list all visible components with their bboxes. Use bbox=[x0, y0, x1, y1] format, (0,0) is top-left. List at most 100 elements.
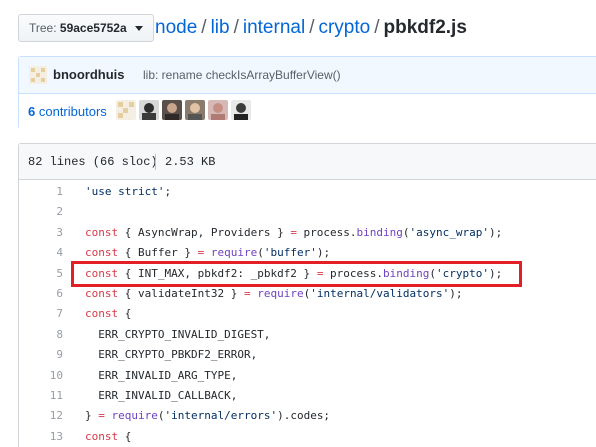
line-number[interactable]: 9 bbox=[19, 345, 63, 365]
code-token: ); bbox=[489, 225, 503, 239]
branch-select-button[interactable]: Tree: 59ace5752a bbox=[18, 14, 154, 42]
contributor-avatar[interactable] bbox=[208, 100, 228, 120]
line-number[interactable]: 12 bbox=[19, 406, 63, 426]
code-token: binding bbox=[356, 225, 403, 239]
breadcrumb: node / lib / internal / crypto / pbkdf2.js bbox=[155, 16, 467, 40]
commit-author-link[interactable]: bnoordhuis bbox=[53, 67, 125, 82]
chevron-down-icon bbox=[135, 26, 143, 32]
code-token: = bbox=[98, 409, 105, 423]
contributor-avatar[interactable] bbox=[116, 100, 136, 120]
code-text: const { bbox=[85, 304, 131, 324]
code-token: { Buffer } bbox=[118, 246, 198, 260]
line-number[interactable]: 5 bbox=[19, 264, 63, 284]
code-token: const bbox=[85, 287, 119, 300]
line-number[interactable]: 10 bbox=[19, 366, 63, 386]
code-text: 'use strict'; bbox=[85, 182, 171, 202]
code-token: 'use strict' bbox=[85, 185, 165, 198]
contributors-row: 6 contributors bbox=[19, 94, 596, 129]
code-token: { validateInt32 } bbox=[118, 287, 244, 300]
code-token: ); bbox=[449, 287, 463, 300]
code-line: 6 const { validateInt32 } = require('inte… bbox=[19, 284, 596, 304]
code-line: 8 ERR_CRYPTO_INVALID_DIGEST, bbox=[19, 325, 596, 345]
file-header: 82 lines (66 sloc) 2.53 KB bbox=[19, 144, 596, 180]
line-number[interactable]: 4 bbox=[19, 243, 63, 263]
code-text: const { validateInt32 } = require('inter… bbox=[85, 284, 463, 304]
code-token: { bbox=[118, 429, 132, 443]
code-text: const { bbox=[85, 427, 131, 447]
code-text: ERR_INVALID_CALLBACK, bbox=[85, 386, 237, 406]
breadcrumb-lib[interactable]: lib bbox=[211, 17, 230, 38]
code-token: ; bbox=[164, 185, 172, 198]
line-number[interactable]: 1 bbox=[19, 182, 63, 202]
author-avatar[interactable] bbox=[29, 66, 47, 84]
line-number[interactable]: 8 bbox=[19, 325, 63, 345]
code-text: ERR_CRYPTO_PBKDF2_ERROR, bbox=[85, 345, 257, 365]
code-token: 'async_wrap' bbox=[409, 225, 490, 239]
contributor-avatar[interactable] bbox=[139, 100, 159, 120]
code-token: 'internal/errors' bbox=[164, 409, 278, 423]
code-text: const { AsyncWrap, Providers } = process… bbox=[85, 223, 502, 243]
tree-value: 59ace5752a bbox=[59, 21, 127, 35]
code-token: require bbox=[111, 409, 158, 423]
highlight-annotation-box bbox=[71, 261, 522, 287]
breadcrumb-separator: / bbox=[309, 17, 315, 38]
code-token: const bbox=[85, 307, 119, 321]
code-token: ERR_CRYPTO_INVALID_DIGEST, bbox=[85, 327, 271, 341]
breadcrumb-separator: / bbox=[233, 17, 239, 38]
line-number[interactable]: 6 bbox=[19, 284, 63, 304]
code-line: 1 'use strict'; bbox=[19, 182, 596, 202]
code-token: ); bbox=[316, 246, 331, 260]
code-token: const bbox=[85, 429, 119, 443]
file-size: 2.53 KB bbox=[165, 155, 216, 169]
line-number[interactable]: 11 bbox=[19, 386, 63, 406]
code-line: 7 const { bbox=[19, 304, 596, 324]
code-token: { bbox=[118, 307, 132, 321]
code-token: ( bbox=[257, 246, 264, 260]
code-token: 'internal/validators' bbox=[310, 287, 450, 300]
latest-commit-row: bnoordhuis lib: rename checkIsArrayBuffe… bbox=[19, 57, 596, 94]
code-line: 9 ERR_CRYPTO_PBKDF2_ERROR, bbox=[19, 345, 596, 365]
code-token: require bbox=[210, 246, 258, 260]
code-token: ERR_INVALID_CALLBACK, bbox=[85, 389, 238, 402]
contributor-avatar[interactable] bbox=[185, 100, 205, 120]
commit-message-link[interactable]: lib: rename checkIsArrayBufferView() bbox=[143, 68, 341, 82]
contributors-link[interactable]: 6 contributors bbox=[28, 104, 107, 119]
line-number[interactable]: 13 bbox=[19, 427, 63, 447]
code-token: ).codes; bbox=[277, 409, 331, 423]
code-text: ERR_CRYPTO_INVALID_DIGEST, bbox=[85, 325, 270, 345]
code-line: 2 bbox=[19, 202, 596, 222]
breadcrumb-filename: pbkdf2.js bbox=[383, 17, 467, 38]
code-token: process. bbox=[296, 225, 357, 239]
code-token: = bbox=[290, 225, 297, 239]
breadcrumb-crypto[interactable]: crypto bbox=[318, 17, 370, 38]
line-number[interactable]: 2 bbox=[19, 202, 63, 222]
code-token: 'buffer' bbox=[263, 246, 317, 260]
code-line: 11 ERR_INVALID_CALLBACK, bbox=[19, 386, 596, 406]
breadcrumb-node[interactable]: node bbox=[155, 17, 197, 38]
code-token: ERR_INVALID_ARG_TYPE, bbox=[85, 368, 238, 382]
code-token: ERR_CRYPTO_PBKDF2_ERROR, bbox=[85, 348, 258, 362]
breadcrumb-separator: / bbox=[374, 17, 380, 38]
contributors-label: contributors bbox=[38, 104, 107, 119]
code-line: 12 } = require('internal/errors').codes; bbox=[19, 406, 596, 426]
breadcrumb-internal[interactable]: internal bbox=[243, 17, 305, 38]
contributors-count: 6 bbox=[28, 104, 36, 119]
contributor-avatar[interactable] bbox=[162, 100, 182, 120]
code-token: const bbox=[85, 225, 119, 239]
code-token: = bbox=[243, 287, 251, 300]
file-view: 82 lines (66 sloc) 2.53 KB 1 'use strict'… bbox=[18, 143, 596, 447]
tree-label: Tree: bbox=[29, 21, 57, 35]
code-token: { AsyncWrap, Providers } bbox=[118, 225, 291, 239]
commit-tease: bnoordhuis lib: rename checkIsArrayBuffe… bbox=[18, 56, 596, 129]
contributor-avatar[interactable] bbox=[231, 100, 251, 120]
code-line: 10 ERR_INVALID_ARG_TYPE, bbox=[19, 366, 596, 386]
code-line: 13 const { bbox=[19, 427, 596, 447]
code-line: 3 const { AsyncWrap, Providers } = proces… bbox=[19, 223, 596, 243]
file-navigation: Tree: 59ace5752a node / lib / internal / crypt… bbox=[0, 0, 596, 56]
code-text: } = require('internal/errors').codes; bbox=[85, 406, 330, 426]
file-line-count: 82 lines (66 sloc) bbox=[28, 155, 158, 169]
line-number[interactable]: 3 bbox=[19, 223, 63, 243]
line-number[interactable]: 7 bbox=[19, 304, 63, 324]
